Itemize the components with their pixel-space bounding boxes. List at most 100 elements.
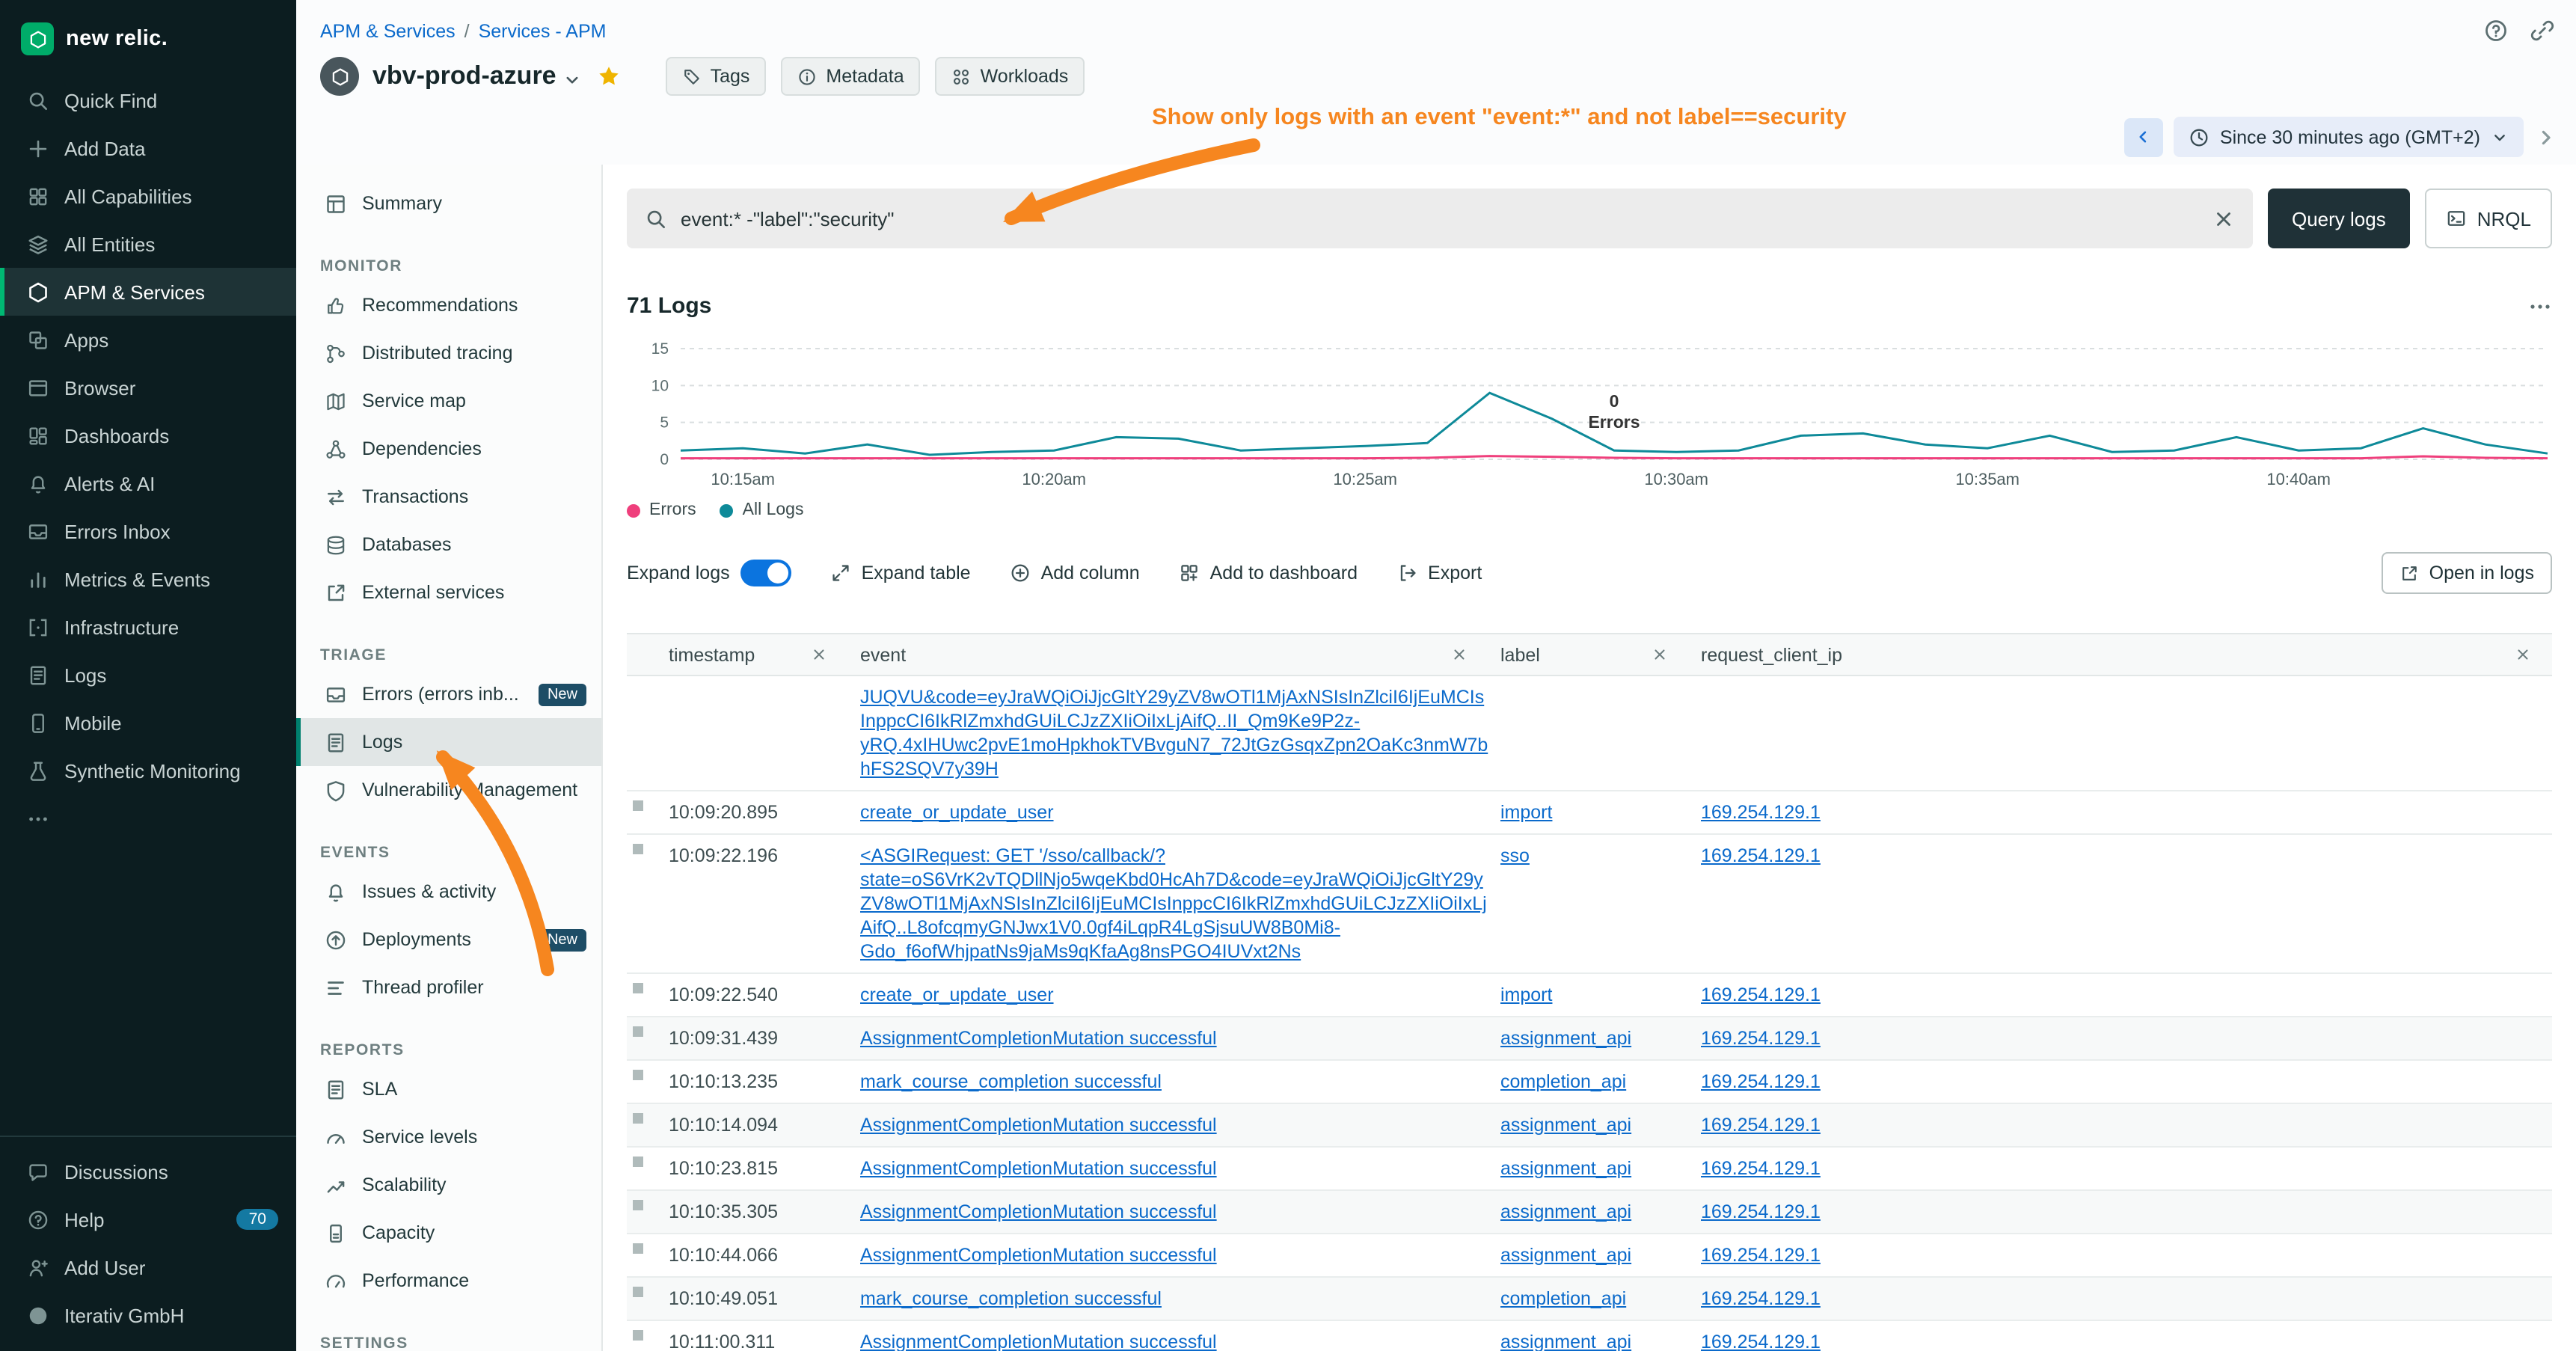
label-link[interactable]: import <box>1500 802 1552 823</box>
sidebar-item-add-user[interactable]: Add User <box>0 1243 296 1291</box>
row-marker-icon[interactable] <box>633 1287 643 1297</box>
remove-column-icon[interactable] <box>1652 646 1668 663</box>
sidebar-item-errors-errors-inb[interactable]: Errors (errors inb... New <box>296 670 601 718</box>
breadcrumb-current-link[interactable]: Services - APM <box>479 21 607 42</box>
table-row[interactable]: 10:10:23.815 AssignmentCompletionMutatio… <box>627 1148 2552 1191</box>
sidebar-item-scalability[interactable]: Scalability <box>296 1161 601 1209</box>
table-row[interactable]: JUQVU&code=eyJraWQiOiJjcGltY29yZV8wOTl1M… <box>627 676 2552 791</box>
legend-item[interactable]: Errors <box>627 501 696 519</box>
metadata-button[interactable]: Metadata <box>781 57 920 96</box>
ip-link[interactable]: 169.254.129.1 <box>1701 1028 1821 1049</box>
table-row[interactable]: 10:10:14.094 AssignmentCompletionMutatio… <box>627 1104 2552 1148</box>
sidebar-item-deployments[interactable]: Deployments New <box>296 916 601 964</box>
sidebar-item-thread-profiler[interactable]: Thread profiler <box>296 964 601 1011</box>
sidebar-item-logs[interactable]: Logs <box>0 651 296 699</box>
query-logs-button[interactable]: Query logs <box>2268 189 2410 248</box>
sidebar-item-help[interactable]: Help 70 <box>0 1195 296 1243</box>
label-link[interactable]: assignment_api <box>1500 1028 1631 1049</box>
sidebar-item-discussions[interactable]: Discussions <box>0 1148 296 1195</box>
event-link[interactable]: AssignmentCompletionMutation successful <box>860 1158 1217 1179</box>
new-relic-logo[interactable]: new relic. <box>0 0 296 76</box>
ip-link[interactable]: 169.254.129.1 <box>1701 1115 1821 1136</box>
nrql-button[interactable]: NRQL <box>2425 189 2552 248</box>
ip-link[interactable]: 169.254.129.1 <box>1701 845 1821 866</box>
table-row[interactable]: 10:10:49.051 mark_course_completion succ… <box>627 1278 2552 1321</box>
add-to-dashboard-button[interactable]: Add to dashboard <box>1179 563 1358 583</box>
sidebar-item-browser[interactable]: Browser <box>0 364 296 411</box>
row-marker-icon[interactable] <box>633 1243 643 1254</box>
table-row[interactable]: 10:10:13.235 mark_course_completion succ… <box>627 1061 2552 1104</box>
chevron-down-icon[interactable] <box>562 70 582 89</box>
sidebar-item-apps[interactable]: Apps <box>0 316 296 364</box>
open-in-logs-button[interactable]: Open in logs <box>2382 552 2552 594</box>
event-link[interactable]: mark_course_completion successful <box>860 1071 1162 1092</box>
ip-link[interactable]: 169.254.129.1 <box>1701 1245 1821 1266</box>
logs-volume-chart[interactable]: 05101510:15am10:20am10:25am10:30am10:35a… <box>627 337 2552 492</box>
sidebar-item-logs[interactable]: Logs <box>296 718 601 766</box>
time-picker[interactable]: Since 30 minutes ago (GMT+2) <box>2174 117 2524 157</box>
query-box[interactable] <box>627 189 2253 248</box>
ip-link[interactable]: 169.254.129.1 <box>1701 1201 1821 1222</box>
row-marker-icon[interactable] <box>633 1070 643 1080</box>
sidebar-item-capacity[interactable]: Capacity <box>296 1209 601 1257</box>
sidebar-item-metrics-events[interactable]: Metrics & Events <box>0 555 296 603</box>
sidebar-item-recommendations[interactable]: Recommendations <box>296 281 601 329</box>
table-row[interactable]: 10:09:22.540 create_or_update_user impor… <box>627 974 2552 1017</box>
row-marker-icon[interactable] <box>633 844 643 854</box>
sidebar-item-dashboards[interactable]: Dashboards <box>0 411 296 459</box>
row-marker-icon[interactable] <box>633 983 643 993</box>
sidebar-item-mobile[interactable]: Mobile <box>0 699 296 747</box>
table-row[interactable]: 10:09:22.196 <ASGIRequest: GET '/sso/cal… <box>627 835 2552 974</box>
time-forward-button[interactable] <box>2534 125 2558 149</box>
sidebar-item-databases[interactable]: Databases <box>296 521 601 569</box>
sidebar-item-issues-activity[interactable]: Issues & activity <box>296 868 601 916</box>
table-row[interactable]: 10:11:00.311 AssignmentCompletionMutatio… <box>627 1321 2552 1351</box>
clear-query-icon[interactable] <box>2212 207 2235 230</box>
favorite-star-icon[interactable] <box>597 64 621 88</box>
sidebar-item-synthetic-monitoring[interactable]: Synthetic Monitoring <box>0 747 296 794</box>
label-link[interactable]: sso <box>1500 845 1530 866</box>
ip-link[interactable]: 169.254.129.1 <box>1701 1071 1821 1092</box>
row-marker-icon[interactable] <box>633 1330 643 1341</box>
table-row[interactable]: 10:10:35.305 AssignmentCompletionMutatio… <box>627 1191 2552 1234</box>
column-header-timestamp[interactable]: timestamp <box>663 634 854 675</box>
row-marker-icon[interactable] <box>633 1200 643 1210</box>
event-link[interactable]: AssignmentCompletionMutation successful <box>860 1115 1217 1136</box>
event-link[interactable]: AssignmentCompletionMutation successful <box>860 1245 1217 1266</box>
table-row[interactable]: 10:10:44.066 AssignmentCompletionMutatio… <box>627 1234 2552 1278</box>
sidebar-item-apm-services[interactable]: APM & Services <box>0 268 296 316</box>
row-marker-icon[interactable] <box>633 1157 643 1167</box>
sidebar-item-dependencies[interactable]: Dependencies <box>296 425 601 473</box>
row-marker-icon[interactable] <box>633 1113 643 1124</box>
sidebar-item-sla[interactable]: SLA <box>296 1065 601 1113</box>
breadcrumb-root-link[interactable]: APM & Services <box>320 21 456 42</box>
sidebar-item-alerts-ai[interactable]: Alerts & AI <box>0 459 296 507</box>
ip-link[interactable]: 169.254.129.1 <box>1701 1288 1821 1309</box>
sidebar-item-vulnerability-management[interactable]: Vulnerability Management <box>296 766 601 814</box>
table-row[interactable]: 10:09:20.895 create_or_update_user impor… <box>627 791 2552 835</box>
sidebar-item-distributed-tracing[interactable]: Distributed tracing <box>296 329 601 377</box>
event-link[interactable]: mark_course_completion successful <box>860 1288 1162 1309</box>
sidebar-item-errors-inbox[interactable]: Errors Inbox <box>0 507 296 555</box>
sidebar-item-service-levels[interactable]: Service levels <box>296 1113 601 1161</box>
event-link[interactable]: create_or_update_user <box>860 984 1054 1005</box>
sidebar-item-iterativ-gmbh[interactable]: Iterativ GmbH <box>0 1291 296 1339</box>
remove-column-icon[interactable] <box>811 646 827 663</box>
query-input[interactable] <box>681 207 2199 230</box>
column-header-label[interactable]: label <box>1494 634 1695 675</box>
permalink-icon[interactable] <box>2530 18 2555 43</box>
remove-column-icon[interactable] <box>2515 646 2531 663</box>
column-header-event[interactable]: event <box>854 634 1494 675</box>
label-link[interactable]: completion_api <box>1500 1288 1626 1309</box>
ip-link[interactable]: 169.254.129.1 <box>1701 984 1821 1005</box>
event-link[interactable]: create_or_update_user <box>860 802 1054 823</box>
sidebar-item-external-services[interactable]: External services <box>296 569 601 616</box>
more-options-icon[interactable] <box>2528 294 2552 318</box>
sidebar-item-all-entities[interactable]: All Entities <box>0 220 296 268</box>
label-link[interactable]: assignment_api <box>1500 1115 1631 1136</box>
sidebar-item-all-capabilities[interactable]: All Capabilities <box>0 172 296 220</box>
time-back-button[interactable] <box>2124 117 2163 156</box>
add-column-button[interactable]: Add column <box>1010 563 1140 583</box>
expand-logs-toggle[interactable] <box>740 560 791 586</box>
event-link[interactable]: AssignmentCompletionMutation successful <box>860 1332 1217 1351</box>
